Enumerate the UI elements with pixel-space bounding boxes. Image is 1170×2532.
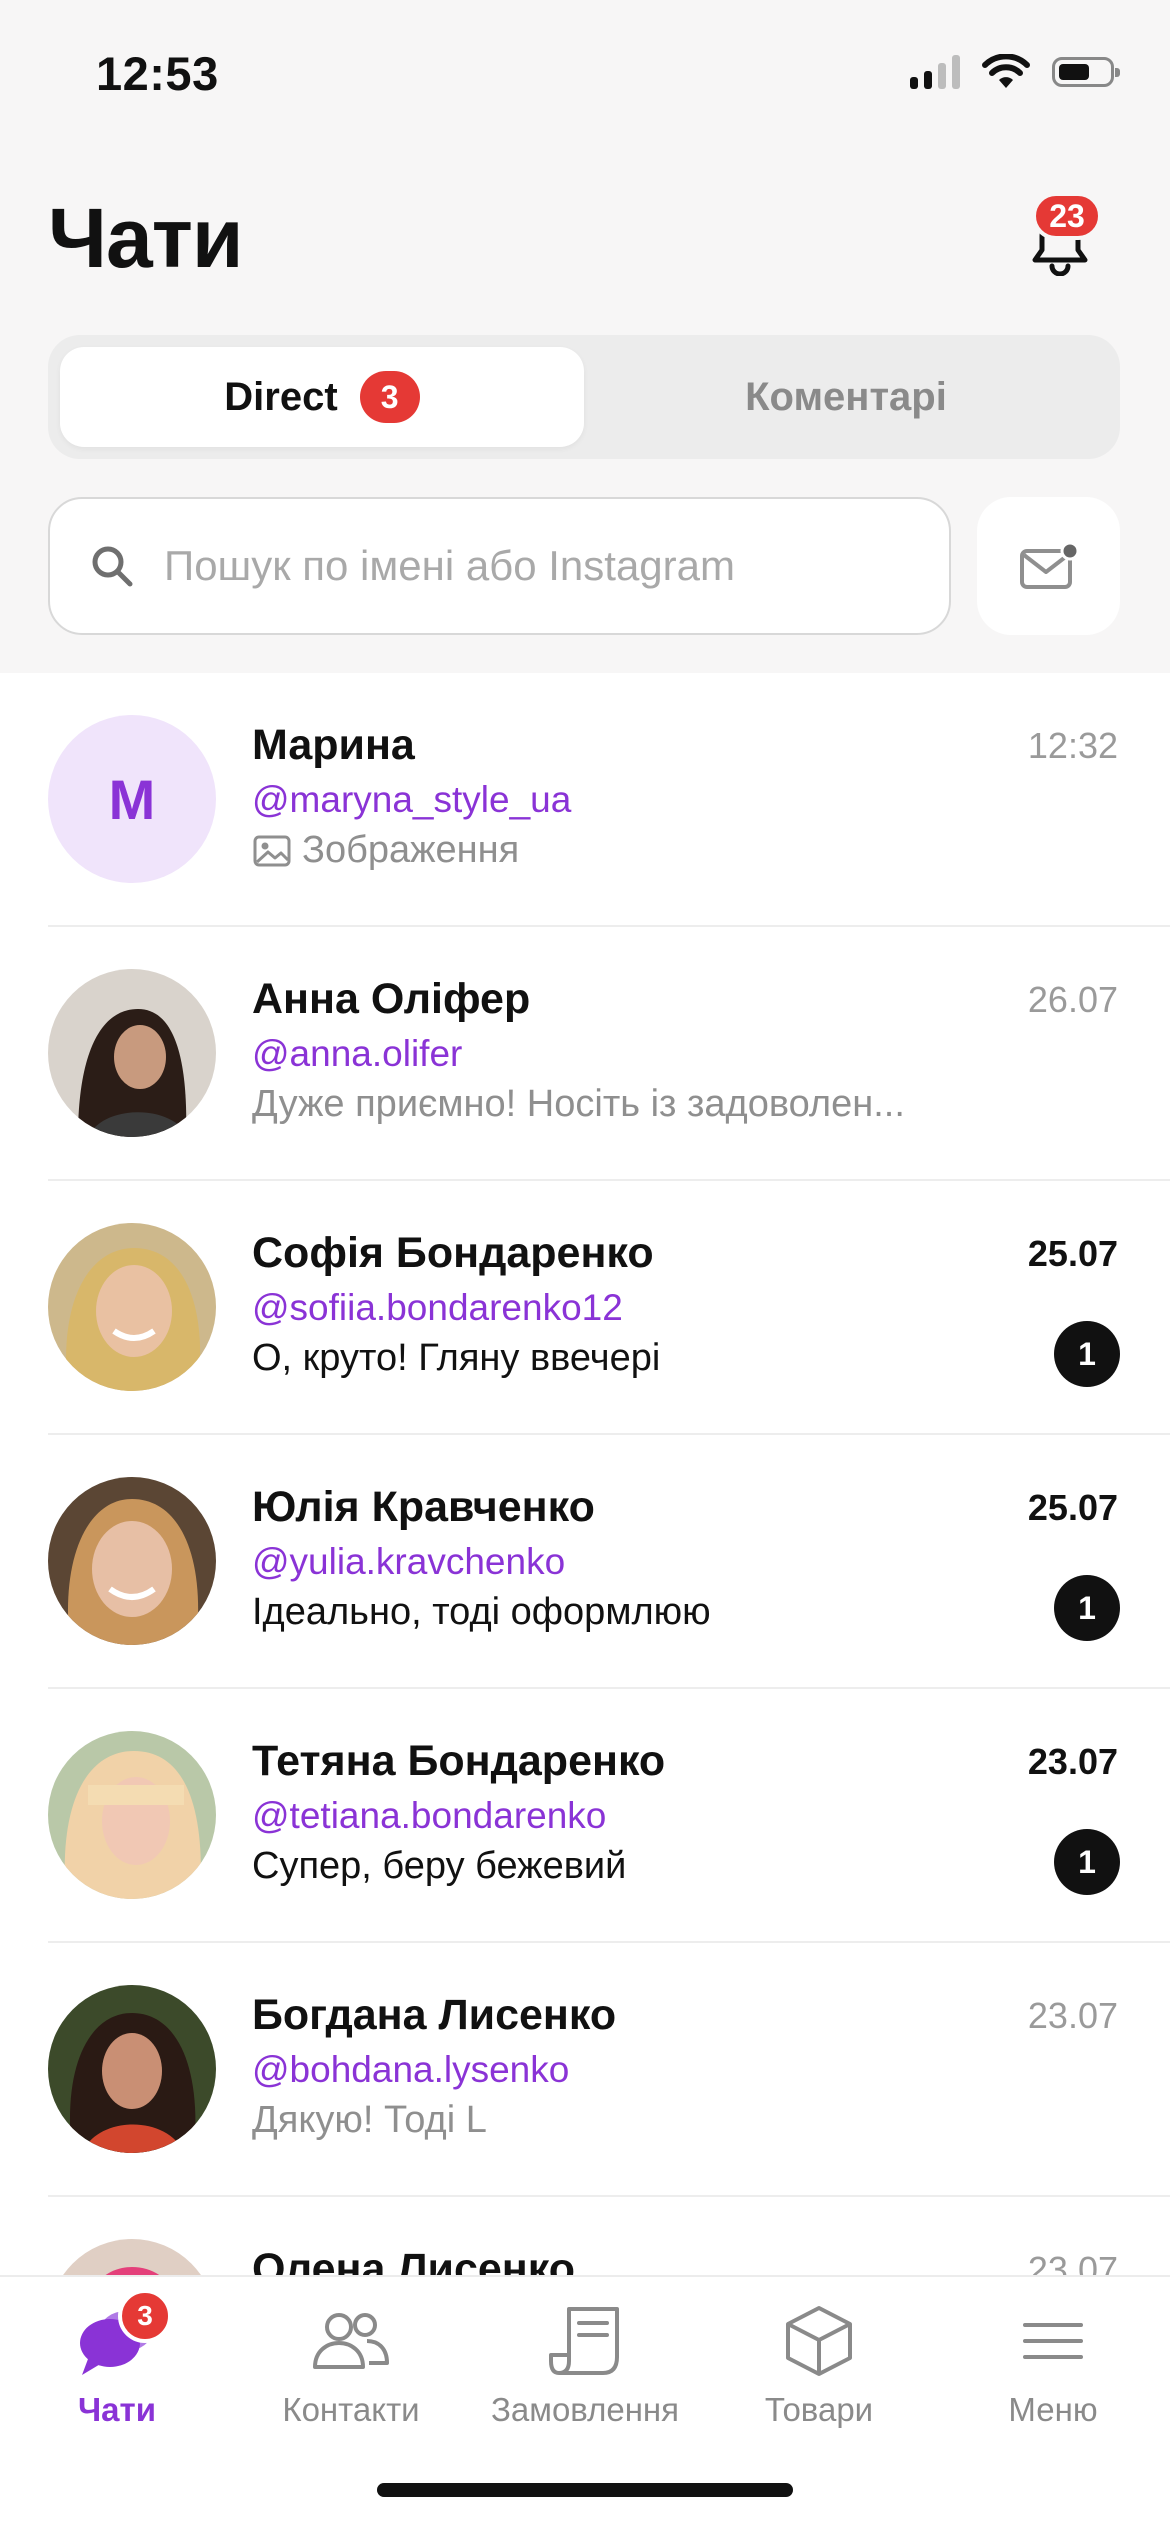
avatar: М	[48, 715, 216, 883]
chat-item[interactable]: Софія Бондаренко @sofiia.bondarenko12 О,…	[0, 1181, 1170, 1435]
chat-item[interactable]: Анна Оліфер @anna.olifer Дуже приємно! Н…	[0, 927, 1170, 1181]
tab-products-label: Товари	[764, 2391, 874, 2428]
chat-name: Марина	[252, 721, 415, 769]
status-time: 12:53	[96, 47, 219, 100]
page-title: Чати	[48, 191, 244, 285]
chat-item[interactable]: Юлія Кравченко @yulia.kravchenko Ідеальн…	[0, 1435, 1170, 1689]
home-indicator	[377, 2483, 793, 2497]
tab-menu[interactable]: Меню	[936, 2299, 1170, 2429]
chat-item[interactable]: Тетяна Бондаренко @tetiana.bondarenko Су…	[0, 1689, 1170, 1943]
search-icon	[92, 546, 133, 587]
chat-preview: Зображення	[252, 829, 519, 872]
search-box[interactable]	[48, 497, 951, 635]
tab-chats-label: Чати	[78, 2391, 156, 2428]
tab-direct[interactable]: Direct 3	[60, 347, 584, 447]
avatar	[48, 2239, 216, 2275]
chat-preview: Супер, беру бежевий	[252, 1845, 627, 1887]
avatar	[48, 1223, 216, 1391]
chat-name: Богдана Лисенко	[252, 1991, 617, 2039]
chat-handle: @maryna_style_ua	[252, 779, 572, 820]
chats-tab-badge: 3	[118, 2289, 172, 2343]
image-icon	[253, 835, 291, 866]
chat-preview: Ідеально, тоді оформлюю	[252, 1591, 711, 1633]
chat-preview-text: Зображення	[302, 829, 520, 871]
chat-list: М Марина @maryna_style_ua Зображення 12:…	[0, 673, 1170, 2275]
cellular-signal-icon	[910, 55, 960, 89]
chat-time: 12:32	[1027, 725, 1118, 766]
tab-menu-label: Меню	[1008, 2391, 1098, 2428]
wifi-icon	[982, 54, 1030, 88]
chat-item[interactable]: Богдана Лисенко @bohdana.lysenko Дякую! …	[0, 1943, 1170, 2197]
status-icons	[910, 50, 1120, 94]
chat-time: 26.07	[1027, 979, 1118, 1020]
chat-type-segmented-control: Direct 3 Коментарі	[48, 335, 1120, 459]
tab-orders[interactable]: Замовлення	[468, 2299, 702, 2429]
avatar	[48, 1477, 216, 1645]
chat-name: Тетяна Бондаренко	[252, 1737, 666, 1785]
battery-icon	[1052, 57, 1120, 87]
chat-preview: Дуже приємно! Носіть із задоволен...	[252, 1083, 905, 1125]
tab-comments[interactable]: Коментарі	[584, 347, 1108, 447]
avatar	[48, 1731, 216, 1899]
box-icon	[784, 2299, 854, 2383]
mail-dot-icon	[1019, 541, 1079, 589]
chat-preview: О, круто! Гляну ввечері	[252, 1337, 661, 1379]
chat-time: 23.07	[1027, 1741, 1118, 1782]
chat-handle: @anna.olifer	[252, 1033, 463, 1074]
tab-comments-label: Коментарі	[745, 374, 947, 419]
chat-name: Софія Бондаренко	[252, 1229, 654, 1277]
chat-handle: @sofiia.bondarenko12	[252, 1287, 623, 1328]
chat-item[interactable]: Олена Лисенко 23.07	[0, 2197, 1170, 2275]
chat-handle: @yulia.kravchenko	[252, 1541, 566, 1582]
tab-products[interactable]: Товари	[702, 2299, 936, 2429]
avatar	[48, 1985, 216, 2153]
people-icon	[311, 2299, 391, 2383]
tab-chats[interactable]: 3 Чати	[0, 2289, 234, 2429]
chat-item[interactable]: М Марина @maryna_style_ua Зображення 12:…	[0, 673, 1170, 927]
chat-handle: @tetiana.bondarenko	[252, 1795, 607, 1836]
hamburger-icon	[1021, 2299, 1085, 2383]
unread-badge: 1	[1054, 1321, 1120, 1387]
unread-badge: 1	[1054, 1575, 1120, 1641]
chat-name: Юлія Кравченко	[252, 1483, 595, 1531]
chat-time: 25.07	[1027, 1487, 1118, 1528]
chat-time: 23.07	[1027, 1995, 1118, 2036]
unread-badge: 1	[1054, 1829, 1120, 1895]
new-message-button[interactable]	[977, 497, 1120, 635]
chat-time: 23.07	[1027, 2249, 1118, 2275]
chat-bubbles-icon: 3	[74, 2289, 172, 2383]
chat-preview: Дякую! Тоді L	[252, 2099, 487, 2141]
chat-time: 25.07	[1027, 1233, 1118, 1274]
tab-contacts-label: Контакти	[282, 2391, 420, 2428]
chat-handle: @bohdana.lysenko	[252, 2049, 570, 2090]
chat-name: Олена Лисенко	[252, 2245, 576, 2275]
tab-contacts[interactable]: Контакти	[234, 2299, 468, 2429]
notifications-badge: 23	[1032, 192, 1102, 240]
tab-direct-label: Direct	[224, 374, 338, 419]
search-input[interactable]	[162, 541, 886, 591]
receipt-icon	[547, 2299, 623, 2383]
avatar	[48, 969, 216, 1137]
direct-unread-badge: 3	[359, 371, 420, 423]
tab-orders-label: Замовлення	[490, 2391, 680, 2428]
chat-name: Анна Оліфер	[252, 975, 531, 1023]
